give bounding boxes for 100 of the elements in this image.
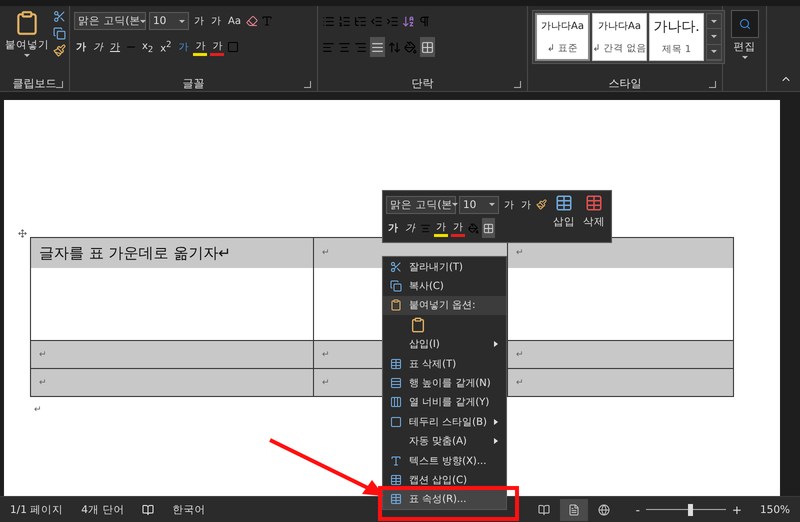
highlight-button[interactable]: 가 [434,220,448,237]
menu-icon [390,358,402,370]
menu-item[interactable]: 자동 맞춤(A) [383,432,506,451]
selection-highlight: ↵ [508,238,733,268]
text-effects-button[interactable]: 가 [176,37,190,57]
dialog-launcher-icon[interactable] [514,81,521,88]
zoom-in-button[interactable]: + [732,502,742,516]
view-icon [598,504,610,516]
eraser-icon [246,15,258,27]
format-painter-icon [536,199,547,210]
table-icon [555,194,573,212]
menu-item[interactable]: 복사(C) [383,276,506,296]
dialog-launcher-icon[interactable] [56,81,63,88]
clipboard-icon [390,299,402,312]
subscript-button[interactable]: x$_{2}$ [140,37,156,57]
justify-icon [371,40,384,54]
submenu-arrow-icon [494,418,498,425]
menu-icon [390,416,402,428]
paragraph-mark: ↵ [34,405,42,415]
menu-item[interactable]: 행 높이를 같게(N) [383,373,506,393]
menu-icon [390,474,402,486]
align-center-icon [338,40,351,54]
zoom-thumb[interactable] [688,504,693,516]
increase-indent-icon [386,14,399,28]
proofing-icon [142,504,154,516]
table-move-handle-icon [18,229,27,238]
font-size-field[interactable]: 10 [149,12,189,30]
group-label: 단락 [412,76,434,90]
table-icon [585,194,603,212]
selection-highlight: ↵ [31,369,313,396]
menu-icon [390,396,402,408]
highlight-button[interactable]: 가 [193,38,208,56]
editing-button[interactable]: 편집 [727,10,762,59]
zoom-level[interactable]: 150% [760,504,790,516]
grid-icon [483,222,494,234]
shrink-font-button[interactable]: 가 [209,11,223,31]
menu-icon [390,493,402,506]
font-color-button[interactable]: 가 [451,220,465,237]
style-gallery-item[interactable]: 가나다Aa ↲ 간격 없음 [592,13,647,61]
clipboard-icon [410,316,426,333]
bold-button[interactable]: 가 [386,218,400,238]
copy-icon [53,27,66,40]
line-spacing-icon [388,40,401,54]
cut-icon [53,10,66,23]
view-button[interactable] [560,498,588,520]
menu-icon [390,280,402,292]
view-icon [538,504,550,516]
style-gallery-item[interactable]: 가나다. 제목 1 [649,13,704,61]
delete-button[interactable]: 삭제 [581,194,607,239]
change-case-button[interactable]: Aa [226,11,243,31]
dialog-launcher-icon[interactable] [304,81,311,88]
numbering-icon [338,14,351,28]
group-label: 글꼴 [182,76,204,90]
group-label: 스타일 [608,76,642,90]
submenu-arrow-icon [494,438,498,444]
format-painter-icon [53,44,66,57]
insert-button[interactable]: 삽입 [551,194,577,239]
menu-icon [390,454,402,467]
grid-icon [421,40,434,54]
dialog-launcher-icon[interactable] [709,81,716,88]
selection-highlight: ↵ [31,341,313,368]
grow-font-button[interactable]: 가 [192,11,206,31]
borders-button[interactable] [482,218,495,238]
group-label: 클립보드 [12,76,56,90]
selection-highlight: 글자를 표 가운데로 옮기자↵ [31,238,313,268]
borders-button[interactable] [420,37,435,57]
menu-item[interactable]: 캡션 삽입(C) [383,470,506,490]
superscript-button[interactable]: x$^{2}$ [158,37,174,57]
style-gallery-item[interactable]: 가나다Aa ↲ 표준 [535,13,590,61]
word-count[interactable]: 4개 단어 [81,502,124,516]
selection-highlight: ↵ [508,341,733,368]
align-left-icon [322,40,335,54]
paste-button[interactable]: 붙여넣기 [4,10,50,75]
paste-option-button[interactable] [409,314,427,335]
italic-button[interactable]: 가 [403,218,417,238]
menu-item[interactable]: 텍스트 방향(X)... [383,450,506,470]
view-icon [568,504,580,516]
italic-button[interactable]: 가 [91,37,105,57]
bold-button[interactable]: 가 [74,37,88,57]
grow-font-button[interactable]: 가 [502,194,516,215]
multilevel-list-icon [354,14,367,28]
justify-button[interactable] [370,37,385,57]
shrink-font-button[interactable]: 가 [519,194,533,215]
font-name-field[interactable]: 맑은 고딕(본 [386,196,456,214]
decrease-indent-icon [370,14,383,28]
text-icon [260,15,273,27]
font-size-field[interactable]: 10 [459,196,499,214]
underline-button[interactable]: 가 [108,37,122,57]
language-label[interactable]: 한국어 [172,502,206,516]
submenu-arrow-icon [494,341,498,348]
menu-item[interactable]: 테두리 스타일(B) [383,412,506,432]
center-icon [420,222,431,234]
page-count[interactable]: 1/1 페이지 [10,502,64,516]
zoom-out-button[interactable]: - [636,502,640,516]
font-color-button[interactable]: 가 [210,38,224,56]
menu-section-title: 붙여넣기 옵션: [409,299,477,312]
menu-icon [390,377,402,390]
menu-icon [390,260,402,273]
font-name-field[interactable]: 맑은 고딕(본 [74,12,146,30]
menu-item[interactable]: 표 속성(R)... [383,490,506,510]
